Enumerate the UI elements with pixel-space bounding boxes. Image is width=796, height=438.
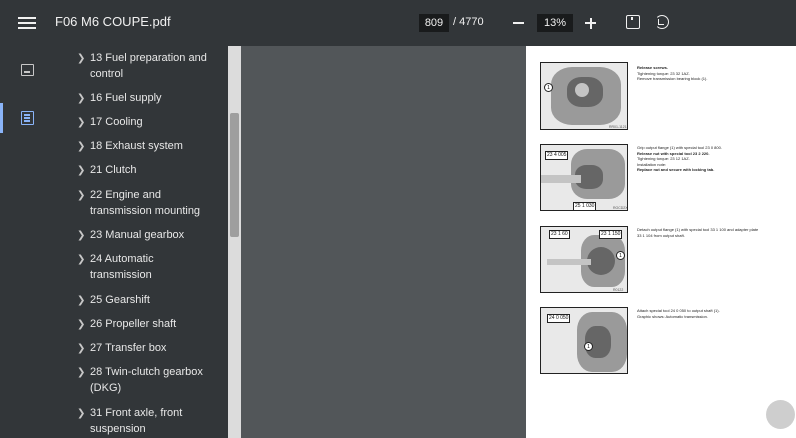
chevron-right-icon[interactable]: ❯: [77, 319, 85, 330]
page-total: / 4770: [453, 16, 484, 28]
menu-icon[interactable]: [18, 14, 36, 32]
figure-code: ROCD2X: [613, 206, 628, 210]
outline-item-label: 27 Transfer box: [90, 342, 167, 354]
special-tool-tag: 25 1 030: [573, 202, 597, 210]
special-tool-tag: 23 1 150: [599, 230, 623, 239]
zoom-in-icon[interactable]: [585, 14, 597, 32]
callout: 1: [544, 83, 553, 92]
figure-1-text: Release screws. Tightening torque: 23 32…: [637, 65, 708, 81]
outline-item[interactable]: ❯ 22 Engine and transmission mounting: [55, 187, 228, 221]
figure-4: 24 0 050 1: [540, 307, 628, 374]
chevron-right-icon[interactable]: ❯: [77, 141, 85, 152]
chevron-right-icon[interactable]: ❯: [77, 230, 85, 241]
outline-item-label: 24 Automatic transmission: [90, 253, 154, 281]
outline-tab[interactable]: [0, 103, 55, 133]
outline-item[interactable]: ❯ 26 Propeller shaft: [55, 316, 228, 334]
pdf-page: 1 RR01-1121 Release screws. Tightening t…: [526, 46, 796, 438]
sidebar-rail: [0, 46, 55, 438]
document-title: F06 M6 COUPE.pdf: [55, 14, 171, 29]
outline-item-label: 21 Clutch: [90, 164, 137, 176]
outline-item-label: 28 Twin-clutch gearbox (DKG): [90, 366, 203, 394]
chevron-right-icon[interactable]: ❯: [77, 343, 85, 354]
thumbnails-tab[interactable]: [0, 55, 55, 85]
outline-scrollbar[interactable]: [228, 46, 241, 438]
outline-panel: ❯ 13 Fuel preparation and control ❯ 16 F…: [55, 46, 228, 438]
outline-item[interactable]: ❯ 25 Gearshift: [55, 292, 228, 310]
rotate-icon[interactable]: [655, 15, 669, 29]
figure-2-text: Grip output flange (1) with special tool…: [637, 145, 722, 172]
zoom-level-input[interactable]: 13%: [537, 14, 573, 32]
outline-item[interactable]: ❯ 21 Clutch: [55, 162, 228, 180]
pdf-toolbar: F06 M6 COUPE.pdf 809 / 4770 13%: [0, 0, 796, 46]
chevron-right-icon[interactable]: ❯: [77, 367, 85, 378]
outline-item-label: 13 Fuel preparation and control: [90, 52, 207, 80]
outline-item[interactable]: ❯ 17 Cooling: [55, 114, 228, 132]
chevron-right-icon[interactable]: ❯: [77, 117, 85, 128]
outline-item-label: 25 Gearshift: [90, 294, 150, 306]
outline-item-label: 22 Engine and transmission mounting: [90, 189, 201, 217]
figure-code: R0122: [613, 288, 624, 292]
outline-item[interactable]: ❯ 31 Front axle, front suspension: [55, 405, 228, 438]
chevron-right-icon[interactable]: ❯: [77, 254, 85, 265]
outline-item-label: 26 Propeller shaft: [90, 318, 177, 330]
figure-2: 23 4 005 25 1 030 ROCD2X: [540, 144, 628, 211]
callout: 1: [616, 251, 625, 260]
outline-item[interactable]: ❯ 28 Twin-clutch gearbox (DKG): [55, 364, 228, 398]
special-tool-tag: 23 1 60: [549, 230, 570, 239]
chevron-right-icon[interactable]: ❯: [77, 408, 85, 419]
outline-item-label: 31 Front axle, front suspension: [90, 407, 183, 435]
outline-item-label: 17 Cooling: [90, 116, 143, 128]
chevron-right-icon[interactable]: ❯: [77, 190, 85, 201]
chevron-right-icon[interactable]: ❯: [77, 53, 85, 64]
zoom-out-icon[interactable]: [513, 14, 525, 32]
figure-code: RR01-1121: [609, 125, 627, 129]
special-tool-tag: 24 0 050: [547, 314, 571, 323]
outline-item[interactable]: ❯ 23 Manual gearbox: [55, 227, 228, 245]
chevron-right-icon[interactable]: ❯: [77, 93, 85, 104]
outline-item[interactable]: ❯ 18 Exhaust system: [55, 138, 228, 156]
outline-item[interactable]: ❯ 16 Fuel supply: [55, 90, 228, 108]
outline-item-label: 16 Fuel supply: [90, 92, 162, 104]
page-number-input[interactable]: 809: [419, 14, 449, 32]
figure-3: 23 1 60 23 1 150 1 R0122: [540, 226, 628, 293]
figure-1: 1 RR01-1121: [540, 62, 628, 130]
fit-to-page-icon[interactable]: [626, 15, 640, 29]
thumbnail-icon: [21, 64, 34, 76]
figure-3-text: Detach output flange (1) with special to…: [637, 227, 759, 238]
outline-item[interactable]: ❯ 24 Automatic transmission: [55, 251, 228, 285]
floating-action-button[interactable]: [766, 400, 795, 429]
outline-item[interactable]: ❯ 13 Fuel preparation and control: [55, 50, 228, 84]
outline-item[interactable]: ❯ 27 Transfer box: [55, 340, 228, 358]
outline-scrollbar-thumb[interactable]: [230, 113, 239, 237]
outline-icon: [21, 111, 34, 125]
figure-4-text: Attach special tool 24 0 050 to output s…: [637, 308, 720, 319]
chevron-right-icon[interactable]: ❯: [77, 165, 85, 176]
outline-item-label: 23 Manual gearbox: [90, 229, 185, 241]
callout: 1: [584, 342, 593, 351]
outline-item-label: 18 Exhaust system: [90, 140, 183, 152]
special-tool-tag: 23 4 005: [545, 151, 569, 160]
chevron-right-icon[interactable]: ❯: [77, 295, 85, 306]
